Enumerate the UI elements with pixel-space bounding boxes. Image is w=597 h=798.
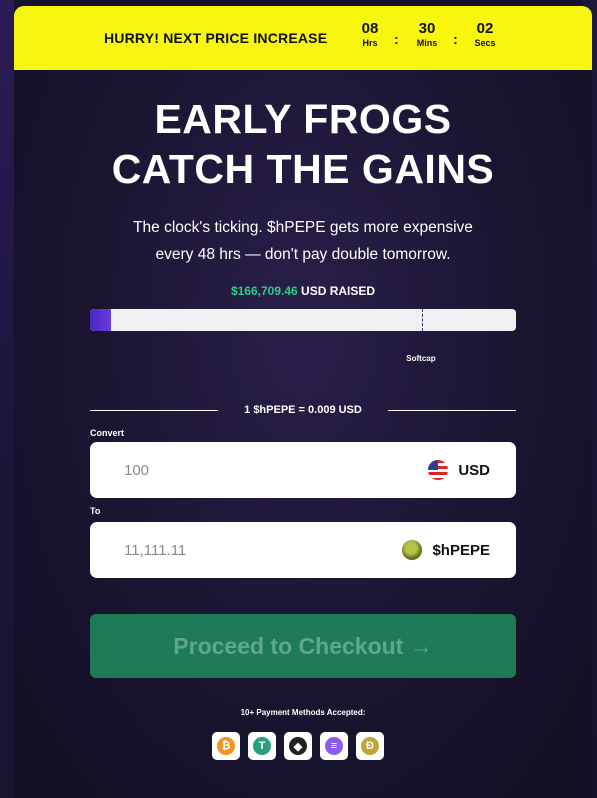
convert-currency: USD [458, 461, 490, 479]
raised-amount: $166,709.46 [230, 284, 298, 298]
solana-icon: ≡ [320, 732, 348, 760]
to-currency: $hPEPE [432, 541, 490, 559]
hpepe-token-icon [402, 540, 423, 560]
raised-summary: $166,709.46 USD RAISED [14, 284, 592, 298]
proceed-to-checkout-button[interactable]: Proceed to Checkout → [90, 614, 516, 678]
convert-value[interactable]: 100 [124, 462, 149, 479]
tether-icon: T [248, 732, 276, 760]
currency-selector-usd[interactable]: USD [428, 460, 490, 480]
background-left [0, 0, 14, 798]
tether-icon-glyph: T [253, 737, 271, 755]
to-label: To [90, 506, 101, 516]
bitcoin-icon: ₿ [212, 732, 240, 760]
hero-title: EARLY FROGS CATCH THE GAINS [111, 96, 495, 192]
raised-label: USD RAISED [301, 284, 376, 298]
softcap-marker [422, 309, 424, 331]
countdown-seconds: 02 Secs [474, 20, 496, 48]
ethereum-icon-glyph: ◆ [289, 737, 307, 755]
countdown-minutes: 30 Mins [416, 20, 438, 48]
dogecoin-icon: Ð [356, 732, 384, 760]
rate-divider-right [388, 410, 516, 411]
solana-icon-glyph: ≡ [325, 737, 343, 755]
dogecoin-icon-glyph: Ð [361, 737, 379, 755]
currency-selector-hpepe[interactable]: $hPEPE [402, 540, 490, 560]
countdown-hours: 08 Hrs [361, 20, 379, 48]
to-input[interactable]: 11,111.11 $hPEPE [90, 522, 516, 578]
to-value[interactable]: 11,111.11 [124, 542, 186, 559]
bitcoin-icon-glyph: ₿ [217, 737, 235, 755]
convert-label: Convert [90, 428, 125, 438]
payment-methods-label: 10+ Payment Methods Accepted: [240, 708, 366, 717]
progress-fill [90, 309, 112, 331]
ethereum-icon: ◆ [284, 732, 312, 760]
us-flag-icon [428, 460, 449, 480]
banner-text: HURRY! NEXT PRICE INCREASE [104, 30, 328, 46]
hero-subtitle: The clock's ticking. $hPEPE gets more ex… [133, 219, 473, 263]
payment-methods-icons: ₿ T ◆ ≡ Ð [212, 732, 384, 760]
countdown-separator: : [394, 31, 399, 47]
softcap-label: Softcap [406, 354, 436, 363]
price-increase-banner: HURRY! NEXT PRICE INCREASE 08 Hrs : 30 M… [14, 6, 592, 70]
raise-progress-bar [90, 309, 516, 331]
countdown-separator: : [453, 31, 458, 47]
convert-input[interactable]: 100 USD [90, 442, 516, 498]
presale-card: HURRY! NEXT PRICE INCREASE 08 Hrs : 30 M… [14, 6, 592, 798]
